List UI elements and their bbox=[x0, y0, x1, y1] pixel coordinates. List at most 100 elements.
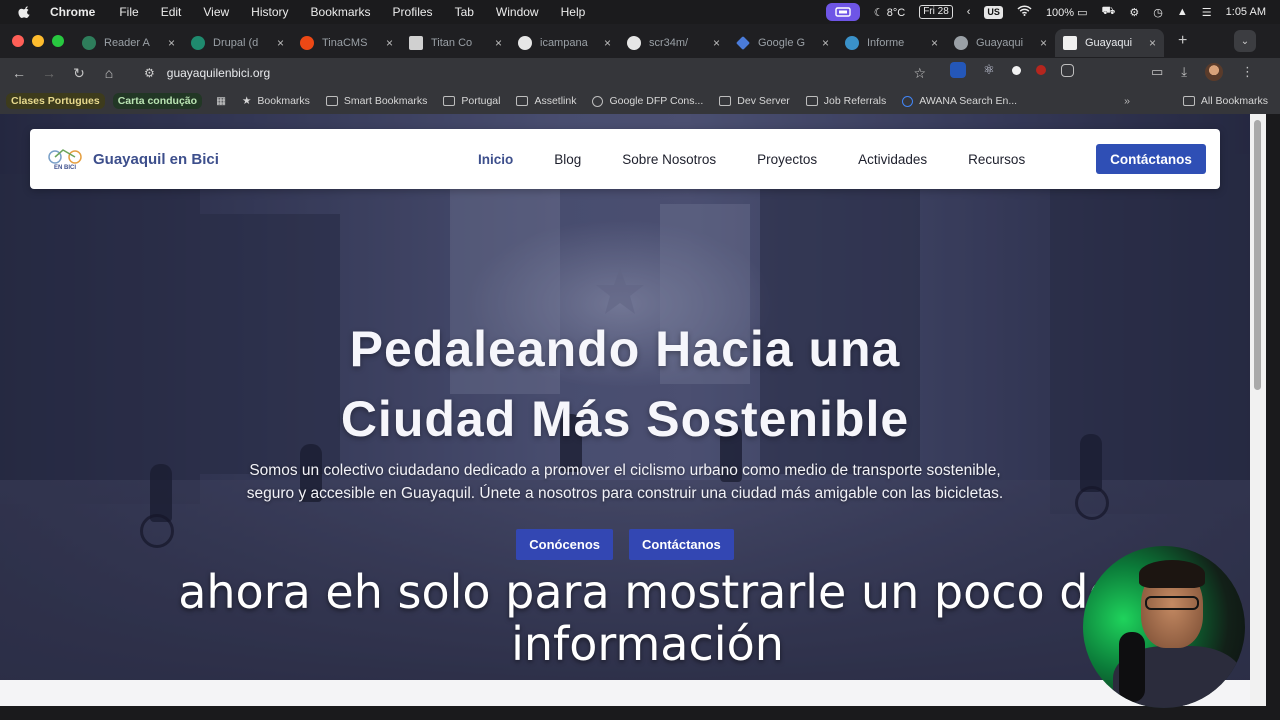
extension-red-icon[interactable] bbox=[1036, 65, 1046, 75]
weather-temperature: 8°C bbox=[886, 6, 906, 19]
site-info-icon[interactable]: ⚙ bbox=[144, 66, 155, 80]
car-icon[interactable]: ⛟ bbox=[1102, 5, 1116, 19]
profile-avatar[interactable] bbox=[1205, 63, 1223, 81]
extension-dot-icon[interactable] bbox=[1012, 65, 1021, 75]
tab-close-icon[interactable]: × bbox=[386, 36, 393, 50]
nav-blog[interactable]: Blog bbox=[554, 152, 581, 167]
tab-close-icon[interactable]: × bbox=[277, 36, 284, 50]
battery-icon: ▭ bbox=[1077, 6, 1088, 19]
apple-logo-icon[interactable] bbox=[18, 5, 32, 19]
menu-edit[interactable]: Edit bbox=[161, 5, 182, 19]
tab-close-icon[interactable]: × bbox=[931, 36, 938, 50]
tab-github-icampana[interactable]: icampana × bbox=[510, 29, 619, 57]
extension-shield-icon[interactable] bbox=[950, 62, 966, 78]
tab-label: TinaCMS bbox=[322, 37, 368, 49]
tab-close-icon[interactable]: × bbox=[1040, 36, 1047, 50]
bookmark-smart-bookmarks[interactable]: Smart Bookmarks bbox=[325, 95, 427, 107]
tab-drupal[interactable]: Drupal (d × bbox=[183, 29, 292, 57]
nav-inicio[interactable]: Inicio bbox=[478, 152, 513, 167]
wifi-icon[interactable] bbox=[1017, 5, 1032, 19]
menu-app-name[interactable]: Chrome bbox=[50, 5, 95, 19]
bookmark-star-icon[interactable]: ☆ bbox=[913, 65, 926, 82]
nav-sobre-nosotros[interactable]: Sobre Nosotros bbox=[622, 152, 716, 167]
tab-search-chevron-icon[interactable]: ⌄ bbox=[1234, 30, 1256, 52]
minimize-window-button[interactable] bbox=[32, 35, 44, 47]
menu-file[interactable]: File bbox=[119, 5, 138, 19]
tab-google-gemini[interactable]: Google G × bbox=[728, 29, 837, 57]
tab-close-icon[interactable]: × bbox=[604, 36, 611, 50]
close-window-button[interactable] bbox=[12, 35, 24, 47]
bookmark-chip-clases[interactable]: Clases Portugues bbox=[6, 93, 105, 109]
menu-view[interactable]: View bbox=[203, 5, 229, 19]
menu-window[interactable]: Window bbox=[496, 5, 539, 19]
weather-status[interactable]: ☾ 8°C bbox=[874, 6, 905, 19]
conocenos-button[interactable]: Conócenos bbox=[516, 529, 614, 560]
home-icon[interactable]: ⌂ bbox=[94, 65, 124, 81]
tab-close-icon[interactable]: × bbox=[1149, 36, 1156, 50]
globe-icon bbox=[592, 95, 604, 107]
all-bookmarks[interactable]: All Bookmarks bbox=[1182, 95, 1268, 107]
cast-icon[interactable]: ▭ bbox=[1151, 64, 1163, 80]
menu-bookmarks[interactable]: Bookmarks bbox=[311, 5, 371, 19]
clock-icon[interactable]: ◷ bbox=[1153, 6, 1163, 19]
menu-help[interactable]: Help bbox=[561, 5, 586, 19]
chevron-left-icon[interactable]: ‹ bbox=[967, 6, 971, 18]
nav-proyectos[interactable]: Proyectos bbox=[757, 152, 817, 167]
bookmarks-overflow-chevron-icon[interactable]: » bbox=[1124, 95, 1130, 107]
zoom-window-button[interactable] bbox=[52, 35, 64, 47]
menu-history[interactable]: History bbox=[251, 5, 288, 19]
screen-recording-icon[interactable] bbox=[825, 3, 860, 21]
folder-icon bbox=[1182, 96, 1195, 106]
bookmark-assetlink[interactable]: Assetlink bbox=[516, 95, 576, 107]
all-bookmarks-label: All Bookmarks bbox=[1200, 95, 1268, 107]
reload-icon[interactable]: ↻ bbox=[64, 65, 94, 82]
tab-tinacms[interactable]: TinaCMS × bbox=[292, 29, 401, 57]
input-source[interactable]: US bbox=[984, 5, 1003, 19]
nav-actividades[interactable]: Actividades bbox=[858, 152, 927, 167]
bookmark-awana[interactable]: AWANA Search En... bbox=[902, 95, 1017, 107]
bookmark-dev-server[interactable]: Dev Server bbox=[719, 95, 790, 107]
control-icon[interactable]: ⚙ bbox=[1129, 6, 1139, 19]
address-bar-url[interactable]: guayaquilenbici.org bbox=[167, 66, 270, 80]
extension-react-icon[interactable]: ⚛ bbox=[981, 62, 997, 78]
github-icon bbox=[627, 36, 641, 50]
vpn-icon[interactable]: ▲ bbox=[1177, 6, 1188, 18]
extensions-puzzle-icon[interactable] bbox=[1061, 63, 1074, 77]
control-center-icon[interactable]: ☰ bbox=[1202, 6, 1212, 19]
bookmark-job-referrals[interactable]: Job Referrals bbox=[805, 95, 886, 107]
nav-recursos[interactable]: Recursos bbox=[968, 152, 1025, 167]
tab-guayaquil-active[interactable]: Guayaqui × bbox=[1055, 29, 1164, 57]
tab-informe[interactable]: Informe × bbox=[837, 29, 946, 57]
calendar-date[interactable]: Fri 28 bbox=[919, 5, 953, 19]
hero-contact-button[interactable]: Contáctanos bbox=[629, 529, 734, 560]
battery-status[interactable]: 100% ▭ bbox=[1046, 6, 1088, 19]
tab-github-scr34m[interactable]: scr34m/ × bbox=[619, 29, 728, 57]
tab-close-icon[interactable]: × bbox=[495, 36, 502, 50]
download-icon[interactable]: ⤓ bbox=[1181, 64, 1187, 80]
bookmark-bookmarks[interactable]: ★ Bookmarks bbox=[242, 95, 310, 107]
site-nav-links: Inicio Blog Sobre Nosotros Proyectos Act… bbox=[478, 129, 1066, 189]
forward-arrow-icon[interactable]: → bbox=[34, 65, 64, 81]
menu-tab[interactable]: Tab bbox=[455, 5, 474, 19]
tab-close-icon[interactable]: × bbox=[168, 36, 175, 50]
site-brand[interactable]: Guayaquil en Bici bbox=[93, 151, 219, 168]
bookmark-chip-carta[interactable]: Carta condução bbox=[112, 93, 203, 109]
tab-reader[interactable]: Reader A × bbox=[74, 29, 183, 57]
address-bar[interactable]: ⚙ guayaquilenbici.org ☆ bbox=[132, 60, 942, 86]
menu-profiles[interactable]: Profiles bbox=[393, 5, 433, 19]
tab-titan[interactable]: Titan Co × bbox=[401, 29, 510, 57]
tab-close-icon[interactable]: × bbox=[713, 36, 720, 50]
apps-grid-icon[interactable]: ▦ bbox=[216, 95, 226, 107]
guayaquil-en-bici-logo[interactable]: EN BICI bbox=[46, 147, 84, 171]
bookmark-google-dfp[interactable]: Google DFP Cons... bbox=[592, 95, 703, 107]
back-arrow-icon[interactable]: ← bbox=[4, 65, 34, 81]
more-menu-icon[interactable]: ⋮ bbox=[1241, 64, 1254, 80]
folder-icon bbox=[325, 96, 338, 106]
scrollbar-thumb[interactable] bbox=[1254, 120, 1261, 390]
tab-close-icon[interactable]: × bbox=[822, 36, 829, 50]
menubar-time[interactable]: 1:05 AM bbox=[1226, 6, 1266, 18]
bookmark-portugal[interactable]: Portugal bbox=[443, 95, 500, 107]
tab-guayaquil-1[interactable]: Guayaqui × bbox=[946, 29, 1055, 57]
new-tab-button[interactable]: + bbox=[1178, 32, 1187, 50]
contact-button[interactable]: Contáctanos bbox=[1096, 144, 1206, 174]
